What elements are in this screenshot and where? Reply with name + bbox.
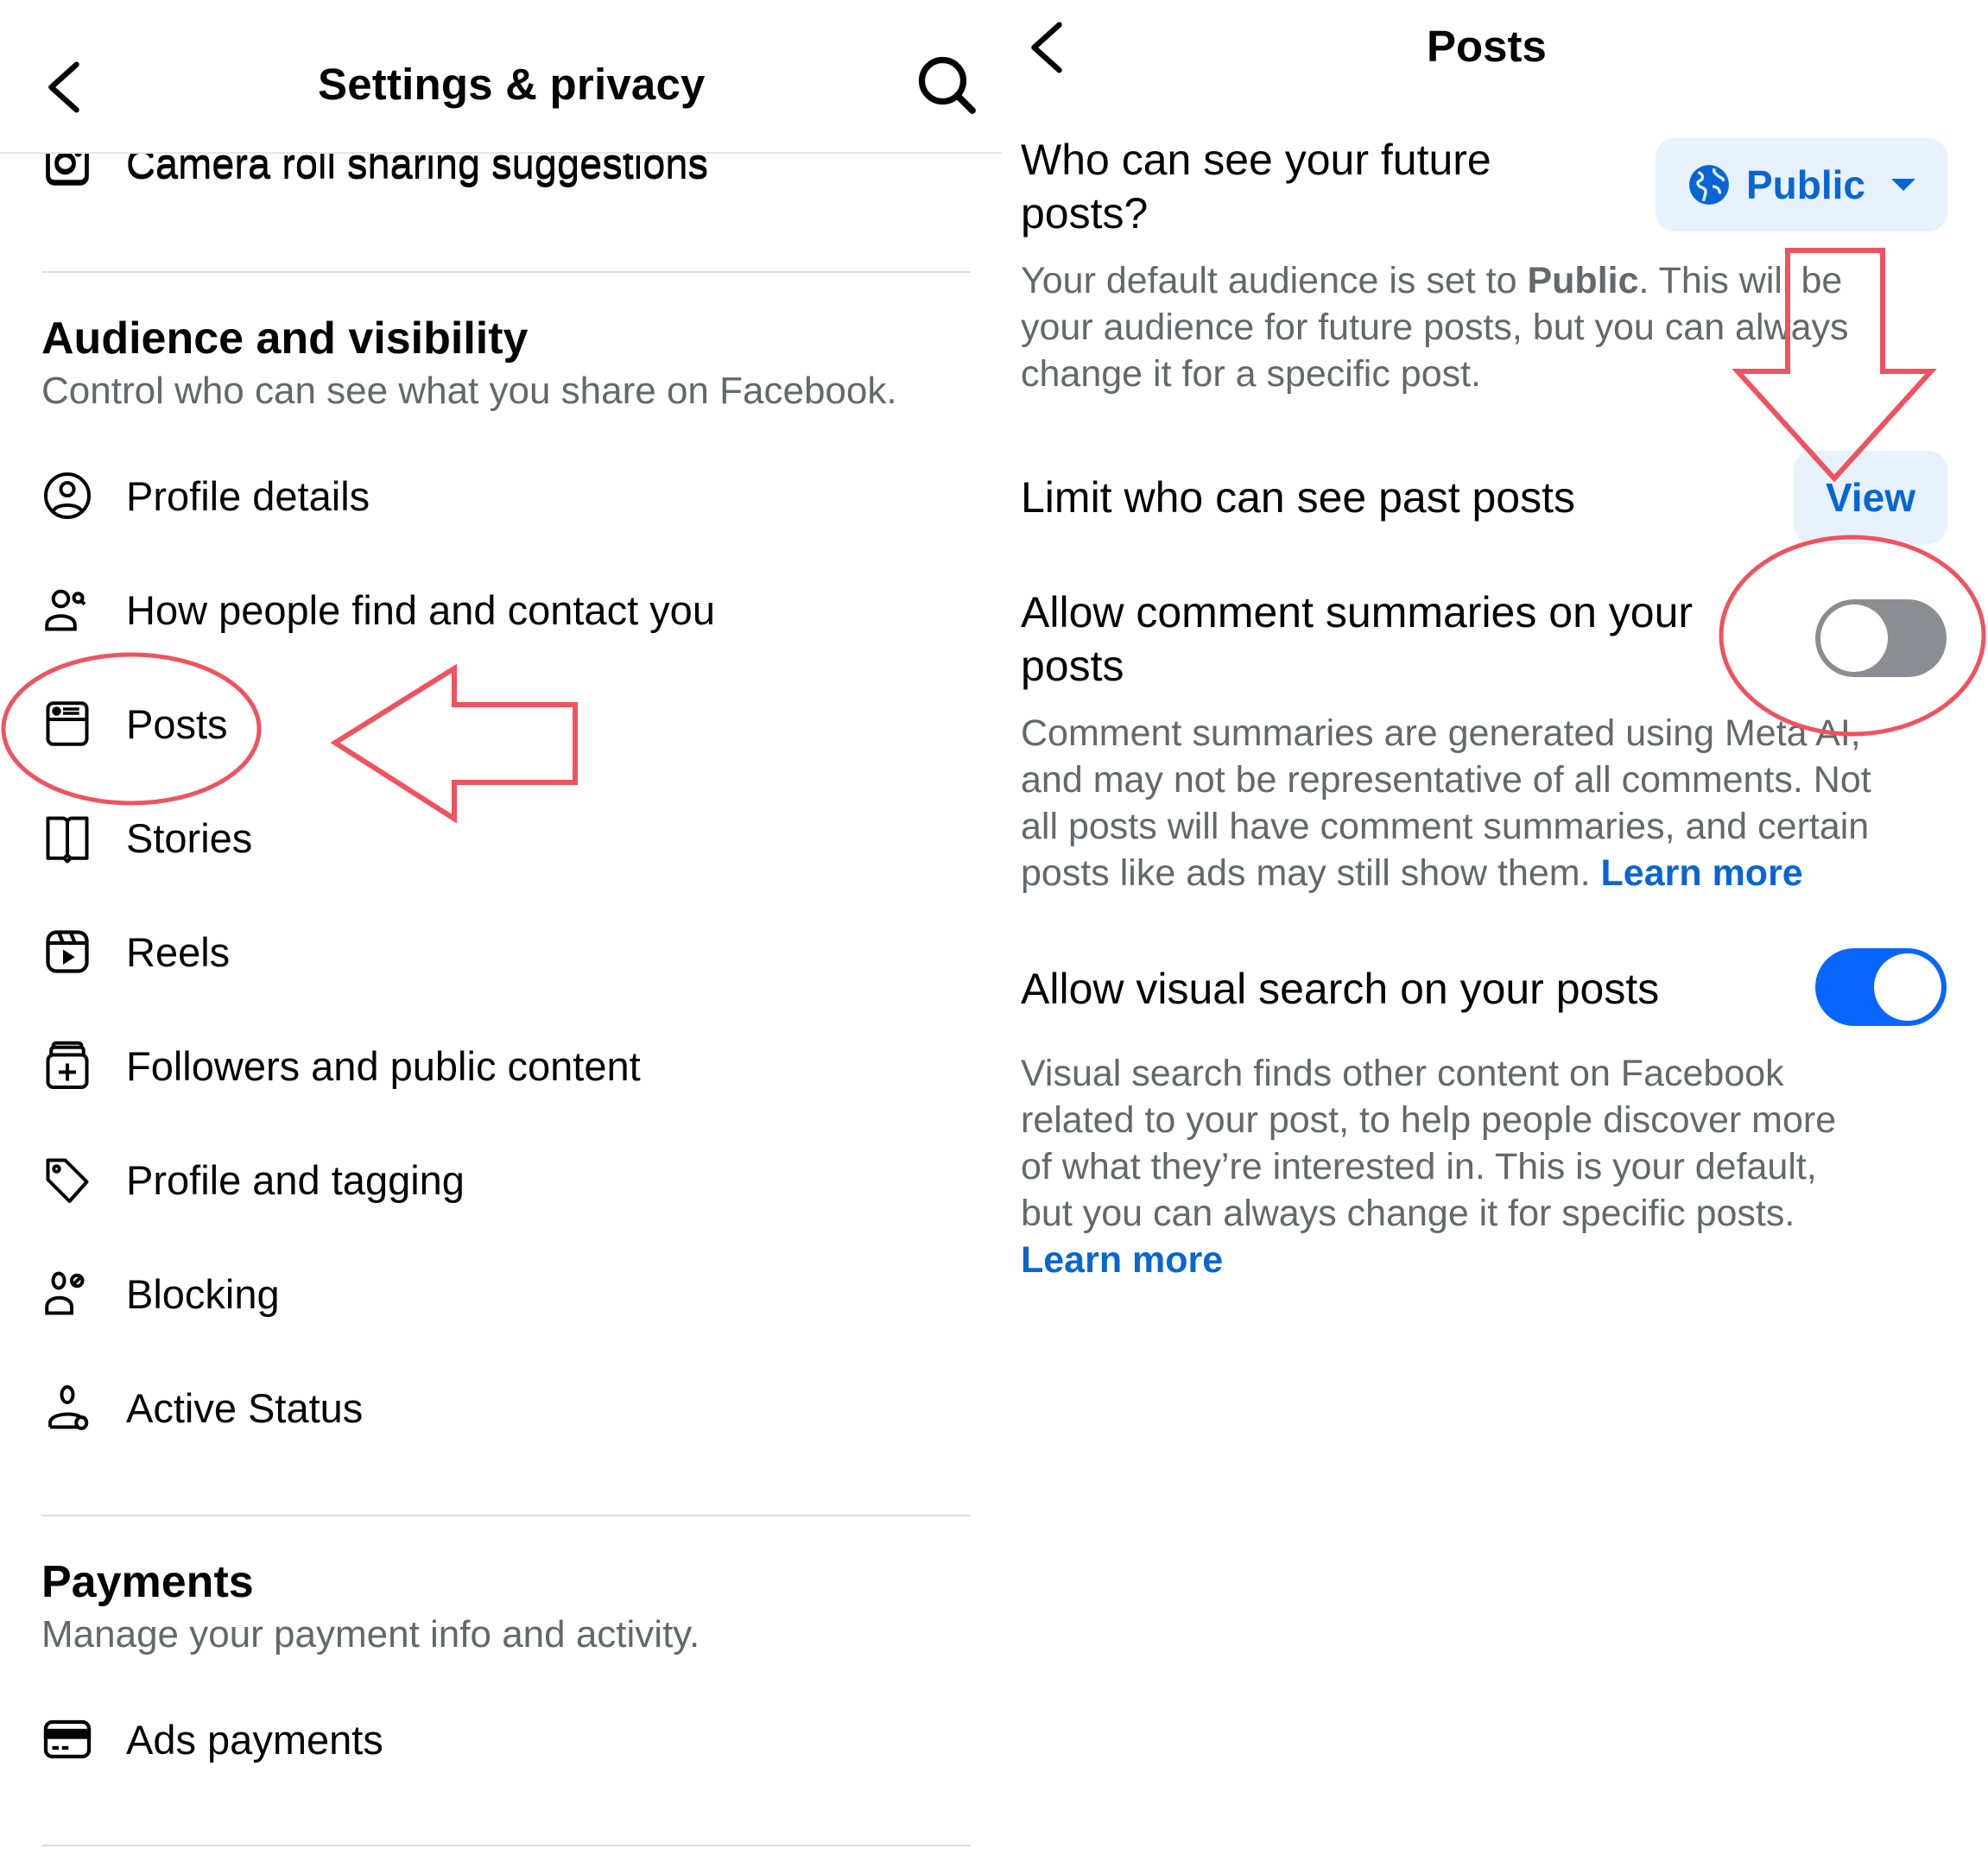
menu-item-stories[interactable]: Stories <box>41 803 252 872</box>
menu-item-label: Posts <box>126 700 228 747</box>
globe-icon <box>1689 165 1729 205</box>
desc-text: posts like ads may still show them. <box>1021 852 1601 894</box>
heading-line: posts <box>1021 642 1124 690</box>
future-posts-description: Your default audience is set to Public. … <box>1021 257 1849 397</box>
search-icon <box>918 56 976 114</box>
section-title-payments: Payments <box>41 1557 254 1607</box>
menu-item-label: Active Status <box>126 1384 364 1431</box>
divider <box>41 1515 971 1516</box>
posts-icon <box>41 698 93 750</box>
section-title-audience: Audience and visibility <box>41 313 529 364</box>
toggle-knob <box>1820 605 1888 672</box>
chevron-left-icon <box>48 61 79 113</box>
menu-item-followers[interactable]: Followers and public content <box>41 1031 641 1100</box>
heading-line: Who can see your future <box>1021 136 1491 184</box>
person-status-icon <box>41 1382 93 1434</box>
desc-text: related to your post, to help people dis… <box>1021 1099 1837 1141</box>
menu-item-profile-tagging[interactable]: Profile and tagging <box>41 1145 465 1214</box>
menu-item-blocking[interactable]: Blocking <box>41 1259 280 1328</box>
desc-bold: Public <box>1527 260 1639 301</box>
desc-text: Comment summaries are generated using Me… <box>1021 712 1861 754</box>
comment-summaries-description: Comment summaries are generated using Me… <box>1021 710 1871 896</box>
view-label: View <box>1826 475 1915 520</box>
divider <box>41 271 971 273</box>
back-button[interactable] <box>1021 17 1073 78</box>
page-title: Posts <box>1427 22 1547 71</box>
menu-item-reels[interactable]: Reels <box>41 917 230 986</box>
desc-text: Your default audience is set to <box>1021 260 1528 301</box>
menu-item-ads-payments[interactable]: Ads payments <box>41 1705 383 1774</box>
followers-icon <box>41 1040 93 1092</box>
section-subtitle-audience: Control who can see what you share on Fa… <box>41 370 897 412</box>
menu-item-label: Profile and tagging <box>126 1156 465 1203</box>
menu-item-active-status[interactable]: Active Status <box>41 1373 363 1442</box>
menu-item-label: Profile details <box>126 472 370 519</box>
menu-item-label: Reels <box>126 928 231 975</box>
section-subtitle-payments: Manage your payment info and activity. <box>41 1613 700 1656</box>
menu-item-label: Followers and public content <box>126 1042 641 1089</box>
divider <box>41 1845 971 1846</box>
caret-down-icon <box>1891 179 1916 191</box>
desc-text: but you can always change it for specifi… <box>1021 1193 1795 1234</box>
book-icon <box>41 812 93 864</box>
top-bar: Settings & privacy <box>0 0 1002 154</box>
page-title: Settings & privacy <box>318 60 706 109</box>
desc-text: change it for a specific post. <box>1021 353 1482 395</box>
reels-icon <box>41 926 93 978</box>
desc-text: all posts will have comment summaries, a… <box>1021 806 1870 847</box>
profile-circle-icon <box>41 470 93 522</box>
view-past-posts-button[interactable]: View <box>1794 451 1947 544</box>
comment-summaries-toggle[interactable] <box>1815 599 1947 677</box>
back-button[interactable] <box>38 57 90 117</box>
desc-text: and may not be representative of all com… <box>1021 759 1871 801</box>
visual-search-heading: Allow visual search on your posts <box>1021 965 1660 1013</box>
desc-text: . This will be <box>1638 260 1843 301</box>
menu-item-label: Blocking <box>126 1270 280 1317</box>
desc-text: your audience for future posts, but you … <box>1021 307 1849 348</box>
credit-card-icon <box>41 1713 93 1765</box>
heading-line: posts? <box>1021 189 1149 237</box>
audience-label: Public <box>1745 162 1866 207</box>
chevron-left-icon <box>1031 22 1062 73</box>
tag-icon <box>41 1154 93 1206</box>
visual-search-description: Visual search finds other content on Fac… <box>1021 1050 1836 1283</box>
audience-dropdown[interactable]: Public <box>1656 138 1947 231</box>
person-block-icon <box>41 1268 93 1320</box>
menu-item-label: Ads payments <box>126 1716 383 1763</box>
menu-item-find-contact[interactable]: How people find and contact you <box>41 575 715 644</box>
posts-settings-screen: Posts Who can see your future posts? Pub… <box>1002 0 1988 1855</box>
future-posts-heading: Who can see your future posts? <box>1021 133 1491 240</box>
comment-summaries-heading: Allow comment summaries on your posts <box>1021 586 1693 693</box>
menu-item-label: Stories <box>126 814 253 861</box>
menu-item-profile-details[interactable]: Profile details <box>41 461 370 530</box>
desc-text: of what they’re interested in. This is y… <box>1021 1146 1817 1187</box>
toggle-knob <box>1874 953 1941 1021</box>
menu-item-label: How people find and contact you <box>126 586 715 633</box>
desc-text: Visual search finds other content on Fac… <box>1021 1053 1784 1094</box>
search-button[interactable] <box>915 54 978 116</box>
learn-more-link[interactable]: Learn more <box>1021 1239 1223 1281</box>
heading-line: Allow comment summaries on your <box>1021 588 1694 636</box>
learn-more-link[interactable]: Learn more <box>1601 852 1803 894</box>
person-search-icon <box>41 584 93 636</box>
menu-item-posts[interactable]: Posts <box>41 689 228 758</box>
past-posts-heading: Limit who can see past posts <box>1021 473 1575 522</box>
visual-search-toggle[interactable] <box>1815 948 1947 1026</box>
settings-privacy-screen: Camera roll sharing suggestions Settings… <box>0 0 1002 1855</box>
